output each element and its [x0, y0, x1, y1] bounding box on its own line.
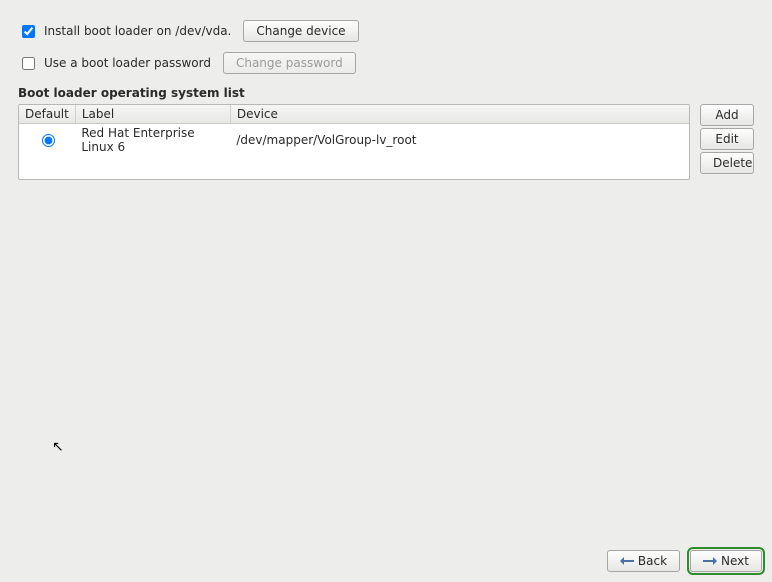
install-bootloader-checkbox[interactable] [22, 25, 35, 38]
os-label-cell[interactable]: Red Hat Enterprise Linux 6 [75, 124, 230, 157]
os-device-cell[interactable]: /dev/mapper/VolGroup-lv_root [230, 124, 689, 157]
use-password-checkbox[interactable] [22, 57, 35, 70]
col-header-default[interactable]: Default [19, 105, 75, 124]
os-list-row[interactable]: Red Hat Enterprise Linux 6 /dev/mapper/V… [19, 124, 689, 157]
back-button[interactable]: Back [607, 550, 680, 572]
arrow-left-icon [620, 556, 634, 566]
add-os-button[interactable]: Add [700, 104, 754, 126]
next-button[interactable]: Next [690, 550, 762, 572]
use-password-label: Use a boot loader password [44, 56, 211, 70]
os-list-area: Default Label Device Red Hat Enterprise … [18, 104, 754, 180]
change-password-button: Change password [223, 52, 356, 74]
install-bootloader-label: Install boot loader on /dev/vda. [44, 24, 231, 38]
back-button-label: Back [638, 554, 667, 568]
col-header-label[interactable]: Label [75, 105, 230, 124]
os-default-radio[interactable] [42, 134, 55, 147]
os-list-side-buttons: Add Edit Delete [700, 104, 754, 174]
change-device-button[interactable]: Change device [243, 20, 358, 42]
os-list-title: Boot loader operating system list [18, 86, 754, 100]
next-button-label: Next [721, 554, 749, 568]
install-bootloader-row: Install boot loader on /dev/vda. Change … [18, 18, 754, 44]
os-list-table[interactable]: Default Label Device Red Hat Enterprise … [19, 105, 689, 156]
os-list-table-container: Default Label Device Red Hat Enterprise … [18, 104, 690, 180]
delete-os-button[interactable]: Delete [700, 152, 754, 174]
use-password-row: Use a boot loader password Change passwo… [18, 50, 754, 76]
edit-os-button[interactable]: Edit [700, 128, 754, 150]
col-header-device[interactable]: Device [230, 105, 689, 124]
os-default-cell[interactable] [19, 124, 75, 157]
wizard-nav-bar: Back Next [607, 550, 762, 572]
mouse-cursor-icon: ↖ [52, 440, 64, 454]
arrow-right-icon [703, 556, 717, 566]
os-list-header-row: Default Label Device [19, 105, 689, 124]
